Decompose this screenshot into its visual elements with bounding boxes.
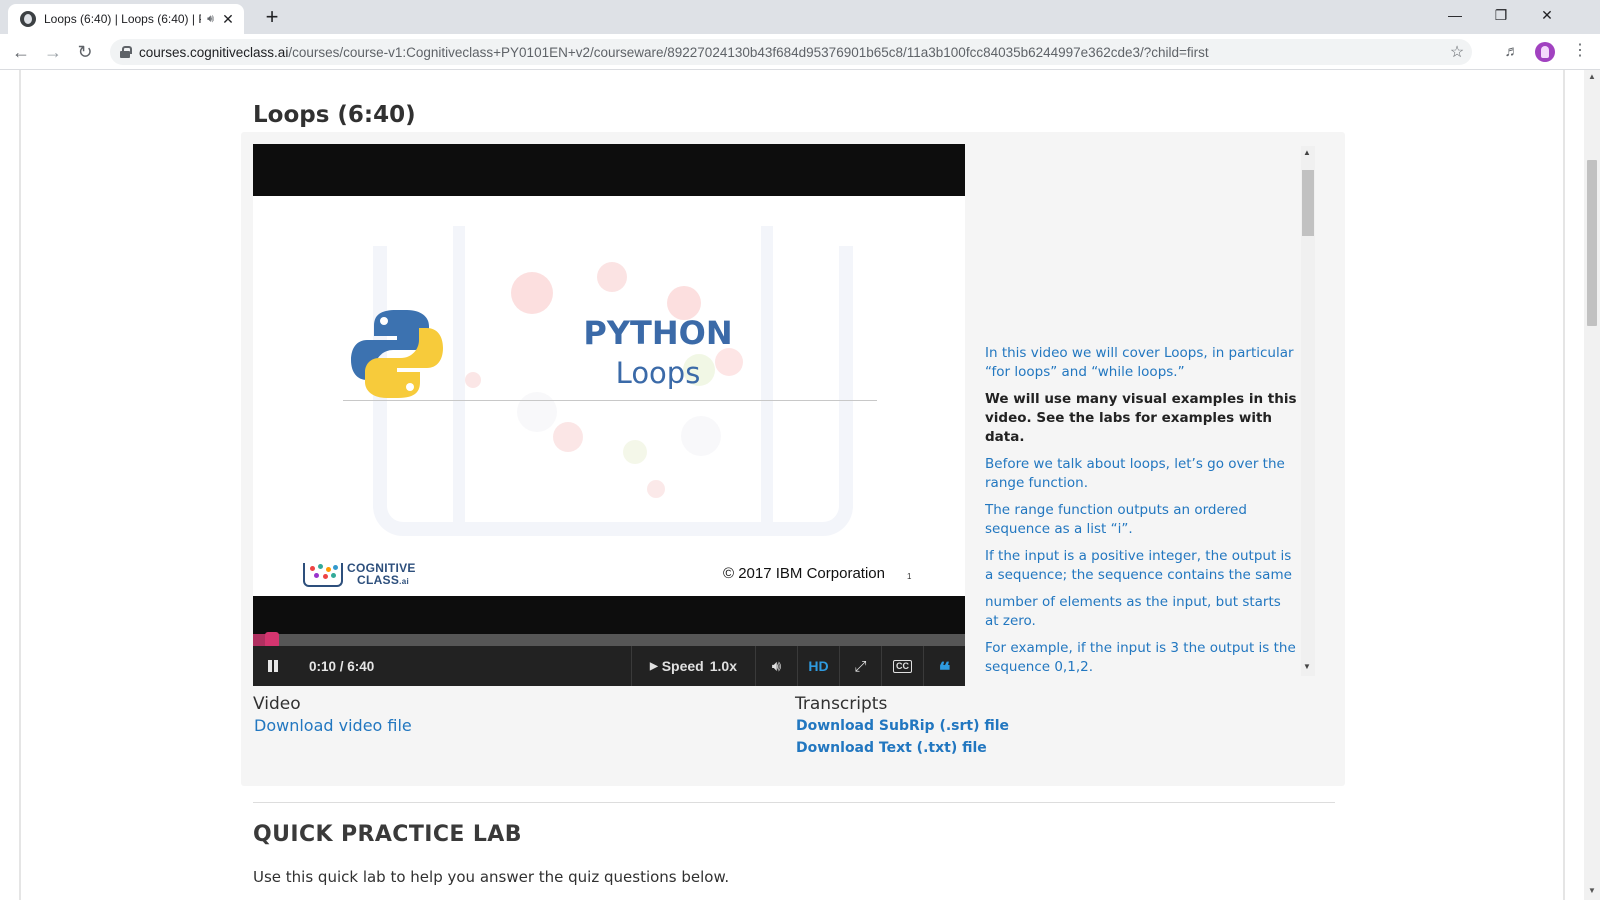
scroll-up-icon[interactable]: ▲ [1303, 148, 1311, 157]
transcript-line[interactable]: For example, if the input is 3 the outpu… [985, 639, 1297, 674]
lab-description: Use this quick lab to help you answer th… [253, 868, 730, 886]
decor-dot [623, 440, 647, 464]
url-text[interactable]: courses.cognitiveclass.ai/courses/course… [139, 45, 1442, 60]
minimize-button[interactable]: — [1432, 0, 1478, 30]
volume-icon: 🔊︎ [771, 657, 782, 675]
transcript-line[interactable]: The range function outputs an ordered se… [985, 501, 1297, 539]
page-border-left [19, 70, 21, 900]
decor-dot [465, 372, 481, 388]
lock-icon[interactable] [120, 46, 132, 58]
transcript-line[interactable]: We will use many visual examples in this… [985, 390, 1297, 447]
video-module: PYTHON Loops COGNITIVE CLASS.ai © 2017 I… [241, 132, 1345, 786]
close-window-button[interactable]: ✕ [1524, 0, 1570, 30]
transcript-scroll-thumb[interactable] [1302, 170, 1314, 236]
download-txt-link[interactable]: Download Text (.txt) file [796, 740, 987, 756]
transcript-list: In this video we will cover Loops, in pa… [985, 344, 1297, 674]
unit-title: Loops (6:40) [253, 102, 416, 128]
hd-button[interactable]: HD [797, 646, 839, 686]
brand-line-2: CLASS [357, 573, 400, 587]
decor-dot [597, 262, 627, 292]
transcript-scrollbar[interactable]: ▲ ▼ [1301, 146, 1315, 676]
brand-suffix: .ai [399, 577, 409, 586]
decor-dot [553, 422, 583, 452]
slide-number: 1 [907, 572, 912, 581]
decor-dot [517, 392, 557, 432]
transcript-line[interactable]: In this video we will cover Loops, in pa… [985, 344, 1297, 382]
speed-button[interactable]: ▶ Speed 1.0x [631, 646, 755, 686]
back-button[interactable]: ← [7, 38, 35, 66]
page-scroll-thumb[interactable] [1587, 160, 1597, 326]
decor-dot [681, 416, 721, 456]
video-time: 0:10 / 6:40 [309, 658, 375, 674]
closed-captions-button[interactable]: CC [881, 646, 923, 686]
pause-icon [267, 660, 279, 672]
speed-label: Speed [661, 658, 704, 674]
more-menu-icon[interactable]: ⋮ [1572, 40, 1588, 60]
bookmark-star-icon[interactable]: ☆ [1442, 42, 1472, 62]
transcripts-heading: Transcripts [795, 694, 888, 714]
download-video-link[interactable]: Download video file [254, 716, 412, 735]
video-download-heading: Video [253, 694, 301, 714]
profile-avatar[interactable] [1535, 42, 1555, 62]
transcript-line[interactable]: If the input is a positive integer, the … [985, 547, 1297, 585]
slide-copyright: © 2017 IBM Corporation [723, 565, 885, 582]
python-logo [351, 310, 443, 398]
video-player[interactable]: PYTHON Loops COGNITIVE CLASS.ai © 2017 I… [253, 144, 965, 686]
browser-toolbar: ← → ↻ courses.cognitiveclass.ai/courses/… [0, 34, 1600, 70]
section-divider [253, 802, 1335, 803]
media-control-icon[interactable]: ♬ [1500, 40, 1524, 64]
transcript-spacer [985, 144, 1297, 344]
transcript-line[interactable]: number of elements as the input, but sta… [985, 593, 1297, 631]
transcript-line[interactable]: Before we talk about loops, let’s go ove… [985, 455, 1297, 493]
transcript-toggle-button[interactable]: ❝ [923, 646, 965, 686]
download-srt-link[interactable]: Download SubRip (.srt) file [796, 718, 1009, 734]
pause-button[interactable] [253, 646, 293, 686]
cognitive-class-book-icon [303, 563, 343, 587]
volume-button[interactable]: 🔊︎ [755, 646, 797, 686]
video-frame[interactable]: PYTHON Loops COGNITIVE CLASS.ai © 2017 I… [253, 196, 965, 596]
globe-icon [20, 11, 36, 27]
reload-button[interactable]: ↻ [71, 38, 99, 66]
speaker-icon[interactable]: 🔊︎ [207, 13, 214, 26]
slide-subtitle: Loops [615, 356, 701, 390]
cognitive-class-logo: COGNITIVE CLASS.ai [303, 562, 416, 588]
speed-value: 1.0x [709, 658, 737, 674]
tab-title: Loops (6:40) | Loops (6:40) | P [44, 12, 202, 26]
video-progress-bar[interactable] [253, 632, 965, 648]
scroll-up-icon[interactable]: ▲ [1588, 72, 1596, 81]
scroll-down-icon[interactable]: ▼ [1588, 886, 1596, 895]
transcript-panel[interactable]: In this video we will cover Loops, in pa… [985, 144, 1297, 674]
fullscreen-icon: ⤢ [854, 657, 867, 675]
new-tab-button[interactable]: + [258, 4, 286, 30]
caret-right-icon: ▶ [650, 660, 658, 672]
address-bar[interactable]: courses.cognitiveclass.ai/courses/course… [110, 39, 1472, 65]
slide-title: PYTHON [583, 314, 733, 352]
page-scrollbar[interactable]: ▲ ▼ [1584, 70, 1600, 900]
browser-title-bar: Loops (6:40) | Loops (6:40) | P 🔊︎ ✕ + —… [0, 0, 1600, 34]
fullscreen-button[interactable]: ⤢ [839, 646, 881, 686]
video-controls: 0:10 / 6:40 ▶ Speed 1.0x 🔊︎ HD ⤢ CC ❝ [253, 646, 965, 686]
cc-icon: CC [893, 659, 912, 673]
lab-title: QUICK PRACTICE LAB [253, 822, 522, 847]
close-tab-icon[interactable]: ✕ [220, 11, 236, 28]
page-viewport: Loops (6:40) PYTHON Loops COGNITIVE CLAS… [0, 70, 1584, 900]
decor-dot [647, 480, 665, 498]
quote-icon: ❝ [938, 658, 951, 684]
restore-button[interactable]: ❐ [1478, 0, 1524, 30]
scroll-down-icon[interactable]: ▼ [1303, 662, 1311, 671]
forward-button[interactable]: → [39, 38, 67, 66]
browser-tab[interactable]: Loops (6:40) | Loops (6:40) | P 🔊︎ ✕ [8, 4, 244, 34]
decor-dot [511, 272, 553, 314]
slide-divider [343, 400, 877, 401]
page-border-right [1563, 70, 1565, 900]
